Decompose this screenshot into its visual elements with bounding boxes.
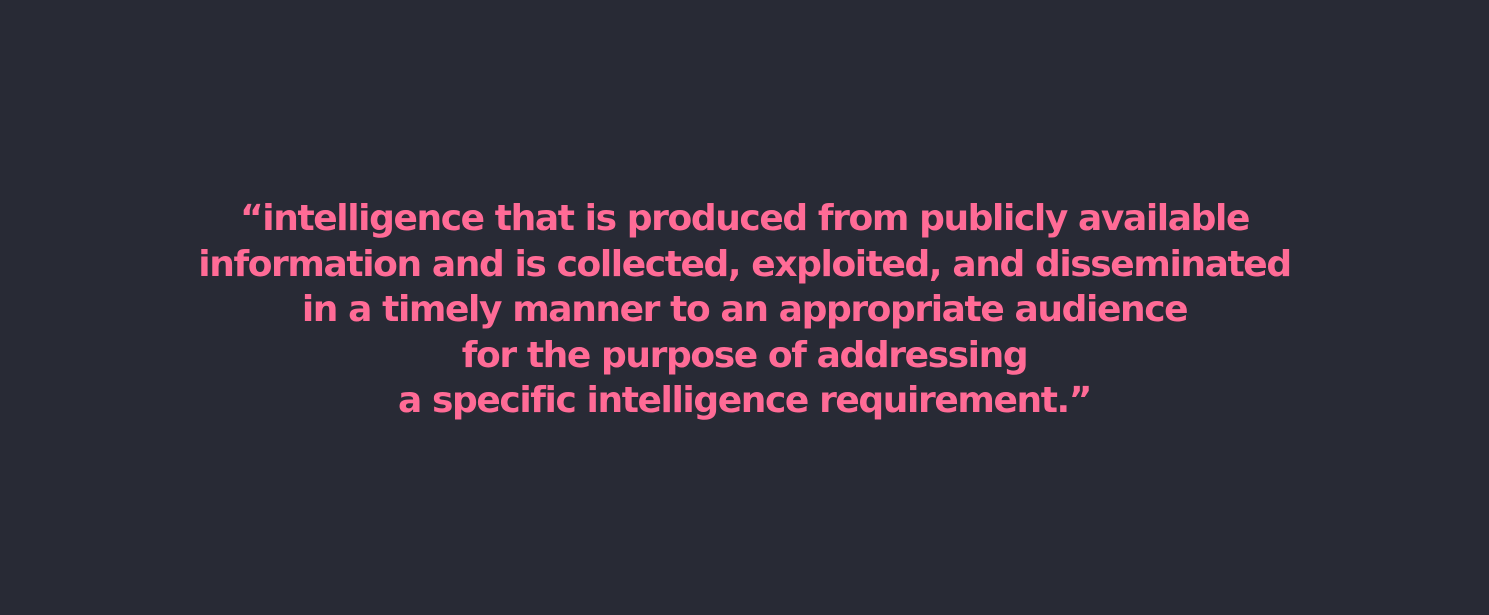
quote-line-4: for the purpose of addressing [461,334,1029,376]
quote-text: “intelligence that is produced from publ… [0,196,1489,424]
quote-line-5: a specific intelligence requirement.” [397,380,1092,421]
quote-line-3: in a timely manner to an appropriate aud… [301,289,1189,330]
quote-line-2: information and is collected, exploited,… [198,243,1292,285]
quote-slide: “intelligence that is produced from publ… [0,0,1489,615]
quote-line-1: “intelligence that is produced from publ… [240,198,1250,239]
